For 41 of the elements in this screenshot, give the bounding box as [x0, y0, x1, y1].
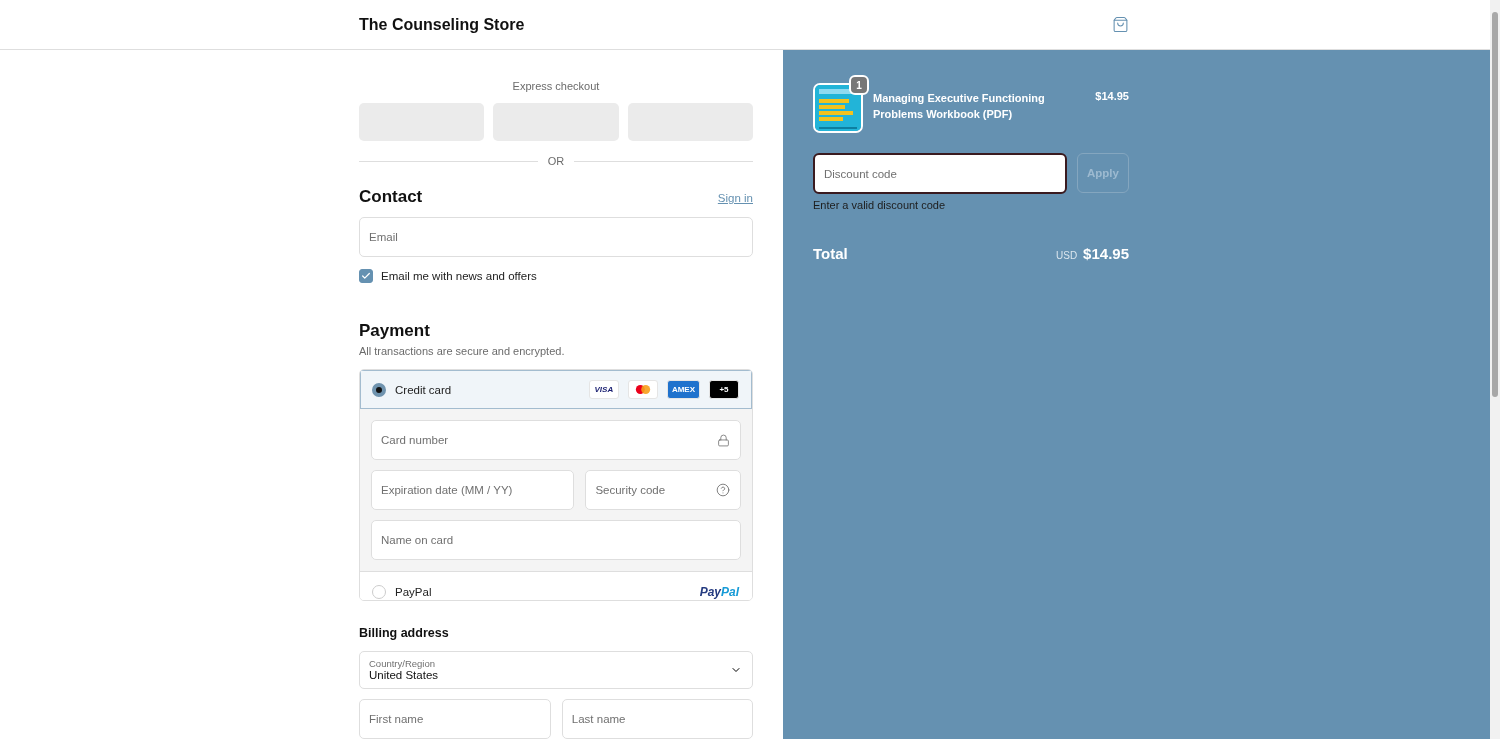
billing-heading: Billing address	[359, 625, 449, 640]
card-brand-badge: VISA	[588, 380, 619, 399]
country-value: United States	[369, 669, 439, 682]
total-label: Total	[813, 245, 848, 262]
product-title: Managing Executive Functioning Problems Workbook (PDF)	[873, 91, 1046, 122]
name-on-card-field[interactable]: Name on card	[371, 520, 741, 560]
card-circles-icon	[627, 380, 658, 399]
discount-error-message: Enter a valid discount code	[813, 199, 947, 211]
country-label: Country/Region	[369, 658, 436, 670]
help-icon[interactable]	[716, 483, 730, 497]
store-name[interactable]: The Counseling Store	[359, 15, 525, 34]
radio-button[interactable]	[372, 584, 386, 599]
express-checkout-label: Express checkout	[511, 80, 601, 92]
cart-icon[interactable]	[1112, 16, 1129, 33]
card-brand-badge: +5	[709, 380, 739, 399]
or-divider-label: OR	[547, 155, 565, 167]
payment-heading: Payment	[359, 321, 430, 340]
lock-icon	[717, 433, 730, 447]
expiration-date-field[interactable]: Expiration date (MM / YY)	[371, 470, 575, 510]
payment-subtitle: All transactions are secure and encrypted.	[359, 345, 566, 357]
currency-code: USD	[1056, 250, 1078, 261]
total-amount: $14.95	[1083, 245, 1129, 262]
last-name-field[interactable]: Last name	[561, 699, 753, 739]
country-select[interactable]: Country/Region United States	[359, 650, 753, 689]
card-brand-badge: AMEX	[666, 380, 700, 399]
product-price: $14.95	[1095, 89, 1129, 102]
card-number-field[interactable]: Card number	[371, 420, 741, 460]
payment-method-option[interactable]: Credit card VISA AMEX +5	[360, 370, 752, 409]
email-field[interactable]: Email	[359, 217, 753, 257]
newsletter-checkbox[interactable]	[359, 269, 373, 283]
newsletter-label: Email me with news and offers	[381, 270, 537, 282]
radio-button[interactable]	[372, 382, 386, 397]
first-name-field[interactable]: First name	[359, 699, 551, 739]
scrollbar[interactable]	[1490, 0, 1500, 739]
paypal-logo: PayPal	[699, 584, 739, 599]
quantity-badge: 1	[849, 75, 869, 95]
security-code-field[interactable]: Security code	[585, 470, 741, 510]
contact-heading: Contact	[359, 187, 423, 207]
sign-in-link[interactable]: Sign in	[717, 192, 753, 204]
checkmark-icon	[361, 271, 371, 281]
discount-code-field[interactable]: Discount code	[813, 153, 1067, 194]
